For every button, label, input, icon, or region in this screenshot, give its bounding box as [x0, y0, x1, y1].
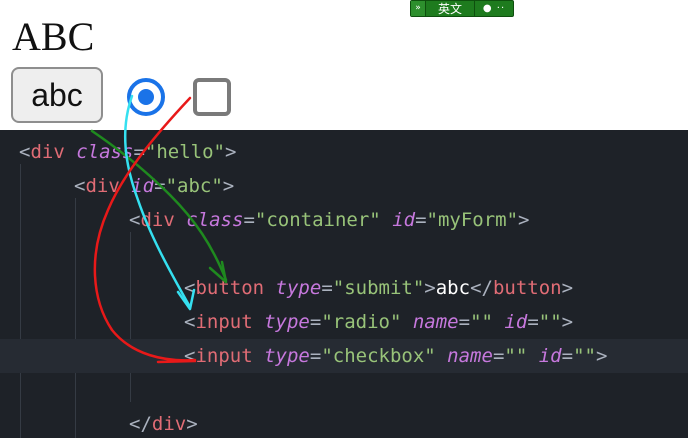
code-token: id: [538, 345, 562, 367]
chevron-down-icon[interactable]: »: [411, 1, 426, 16]
code-token: </: [129, 413, 152, 435]
code-line[interactable]: <button type="submit">abc</button>: [0, 271, 688, 305]
code-token: id: [131, 175, 155, 197]
code-token: name: [412, 311, 459, 333]
checkbox[interactable]: [193, 78, 231, 116]
code-token: button: [492, 277, 562, 299]
ime-language-toggle[interactable]: 英文: [426, 1, 475, 16]
code-line[interactable]: [0, 373, 688, 407]
code-token: "abc": [165, 175, 223, 197]
code-line-content: <input type="radio" name="" id="">: [184, 305, 573, 339]
code-token: >: [224, 141, 237, 163]
code-token: </: [470, 277, 493, 299]
code-line[interactable]: <input type="checkbox" name="" id="">: [0, 339, 688, 373]
code-token: class: [186, 209, 244, 231]
code-token: >: [561, 277, 574, 299]
code-line[interactable]: </div>: [0, 407, 688, 438]
radio-selected-dot: [138, 89, 154, 105]
code-line-content: <button type="submit">abc</button>: [184, 271, 573, 305]
code-token: <: [74, 175, 86, 197]
code-token: =: [321, 277, 333, 299]
code-token: >: [561, 311, 574, 333]
code-token: "": [573, 345, 596, 367]
code-token: id: [392, 209, 416, 231]
code-token: =: [154, 175, 166, 197]
code-token: <: [184, 311, 196, 333]
code-line[interactable]: <div class="hello">: [0, 135, 688, 169]
ime-toolbar[interactable]: » 英文 ● ··: [410, 0, 514, 17]
abc-button[interactable]: abc: [11, 67, 103, 123]
code-token: name: [447, 345, 493, 367]
code-line[interactable]: <input type="radio" name="" id="">: [0, 305, 688, 339]
code-token: id: [504, 311, 528, 333]
code-token: =: [415, 209, 427, 231]
code-token: type: [275, 277, 322, 299]
code-line-content: <div class="container" id="myForm">: [129, 203, 530, 237]
page-heading: ABC: [12, 14, 95, 59]
code-token: div: [151, 413, 187, 435]
code-line-content: <input type="checkbox" name="" id="">: [184, 339, 607, 373]
code-token: button: [195, 277, 265, 299]
code-token: =: [309, 311, 322, 333]
code-token: div: [140, 209, 175, 231]
code-token: "": [538, 311, 562, 333]
code-token: <: [19, 141, 31, 163]
code-token: "myForm": [426, 209, 519, 231]
code-token: =: [527, 311, 539, 333]
code-token: "": [470, 311, 493, 333]
code-token: "radio": [321, 311, 402, 333]
code-token: <: [184, 277, 196, 299]
code-token: =: [561, 345, 574, 367]
code-line[interactable]: <div class="container" id="myForm">: [0, 203, 688, 237]
code-token: =: [492, 345, 505, 367]
code-token: =: [243, 209, 255, 231]
code-line[interactable]: <div id="abc">: [0, 169, 688, 203]
code-token: "hello": [144, 141, 225, 163]
code-editor[interactable]: <div class="hello"> <div id="abc"> <div cl…: [0, 130, 688, 438]
code-token: type: [264, 345, 310, 367]
code-token: >: [595, 345, 608, 367]
code-token: class: [76, 141, 134, 163]
code-line-content: </div>: [129, 407, 198, 438]
code-token: "": [504, 345, 528, 367]
code-token: "container": [254, 209, 381, 231]
code-line-content: <div id="abc">: [74, 169, 234, 203]
radio-button[interactable]: [127, 78, 165, 116]
code-token: "checkbox": [321, 345, 436, 367]
code-token: "submit": [332, 277, 425, 299]
code-line-content: <div class="hello">: [19, 135, 236, 169]
code-token: >: [518, 209, 530, 231]
code-token: input: [195, 311, 253, 333]
code-token: abc: [435, 277, 471, 299]
render-preview: ABC abc: [0, 0, 688, 130]
code-token: <: [129, 209, 141, 231]
code-token: >: [186, 413, 198, 435]
code-token: div: [30, 141, 65, 163]
code-token: type: [264, 311, 310, 333]
code-line[interactable]: [0, 237, 688, 271]
code-token: input: [195, 345, 253, 367]
code-token: =: [133, 141, 145, 163]
code-token: >: [424, 277, 436, 299]
code-token: =: [458, 311, 471, 333]
ime-punctuation-toggle[interactable]: ● ··: [475, 1, 513, 16]
code-token: >: [222, 175, 235, 197]
code-token: =: [309, 345, 322, 367]
code-token: <: [184, 345, 196, 367]
code-token: div: [85, 175, 120, 197]
